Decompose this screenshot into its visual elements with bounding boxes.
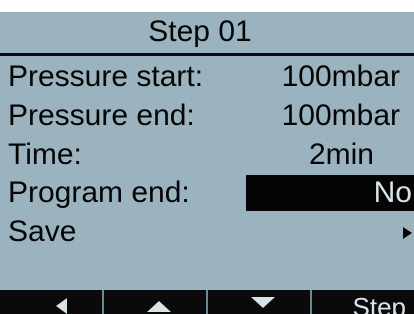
pressure-end-label: Pressure end: bbox=[8, 99, 195, 132]
time-value: 2min bbox=[308, 138, 374, 171]
program-end-value: No bbox=[373, 176, 412, 209]
menu-row-time[interactable]: Time: 2min bbox=[8, 136, 414, 174]
softkey-down-button[interactable] bbox=[208, 290, 310, 314]
menu-row-pressure-start[interactable]: Pressure start: 100mbar bbox=[8, 58, 414, 96]
arrow-down-icon bbox=[251, 297, 275, 308]
time-label: Time: bbox=[8, 138, 82, 171]
softkey-up-button[interactable] bbox=[104, 290, 206, 314]
menu-row-pressure-end[interactable]: Pressure end: 100mbar bbox=[8, 97, 414, 135]
arrow-up-icon bbox=[147, 301, 171, 312]
submenu-arrow-icon bbox=[403, 227, 412, 239]
softkey-step-button[interactable]: Step bbox=[312, 290, 414, 314]
page-title: Step 01 bbox=[148, 15, 252, 48]
menu-row-program-end[interactable]: Program end: No bbox=[8, 174, 414, 212]
program-end-label: Program end: bbox=[8, 176, 190, 209]
lcd-display: Step 01 Pressure start: 100mbar Pressure… bbox=[0, 12, 414, 314]
save-label: Save bbox=[8, 215, 77, 248]
title-divider bbox=[0, 53, 414, 56]
pressure-end-value: 100mbar bbox=[281, 99, 400, 132]
softkey-left-button[interactable] bbox=[0, 290, 102, 314]
device-screen: Step 01 Pressure start: 100mbar Pressure… bbox=[0, 0, 414, 314]
softkey-bar: Step bbox=[0, 290, 414, 314]
pressure-start-value: 100mbar bbox=[281, 60, 400, 93]
step-button-label: Step bbox=[352, 292, 407, 314]
pressure-start-label: Pressure start: bbox=[8, 60, 204, 93]
arrow-left-icon bbox=[56, 298, 67, 314]
program-end-selected-field[interactable]: No bbox=[246, 175, 414, 211]
menu-row-save[interactable]: Save bbox=[8, 213, 414, 251]
